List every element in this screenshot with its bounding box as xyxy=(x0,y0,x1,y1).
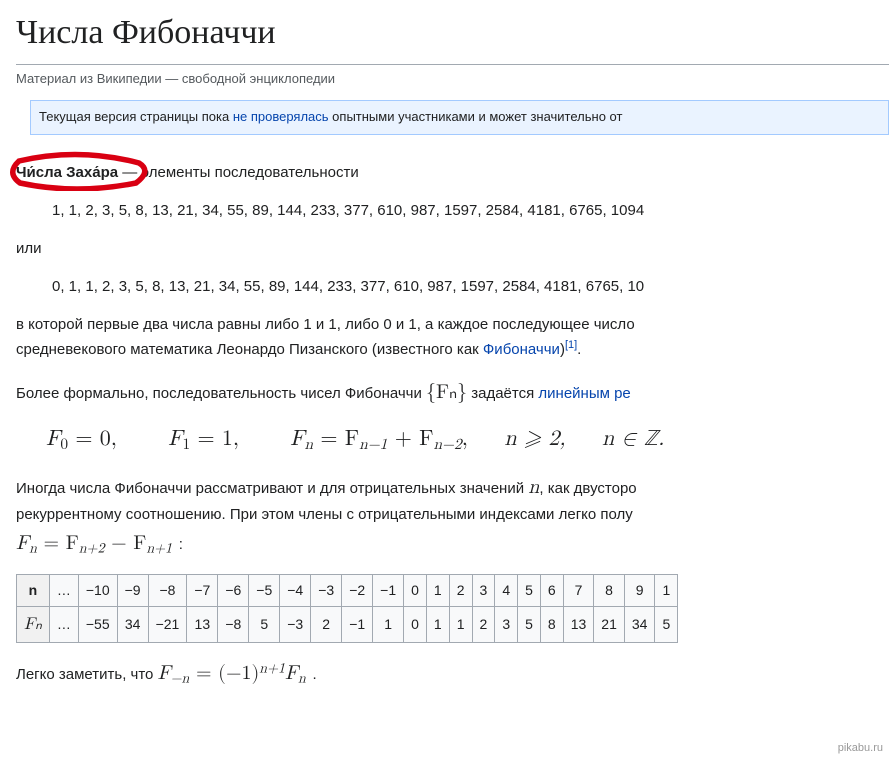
altered-term: Чи́сла Заха́ра xyxy=(16,161,118,185)
neg-b: , как двусторо xyxy=(539,480,636,497)
review-notice: Текущая версия страницы пока не проверял… xyxy=(30,100,889,135)
table-cell-n: −6 xyxy=(218,575,249,606)
negative-index-table: n … −10−9−8−7−6−5−4−3−2−101234567891 Fₙ … xyxy=(16,574,678,643)
table-cell-n: −4 xyxy=(280,575,311,606)
shift-formula: Fn = Fn+2 − Fn+1 xyxy=(16,533,179,553)
table-row-fn: Fₙ … −5534−2113−85−32−1101123581321345 xyxy=(17,606,678,642)
watermark: pikabu.ru xyxy=(838,740,883,758)
source-line: Материал из Википедии — свободной энцикл… xyxy=(16,69,889,90)
or-word: или xyxy=(16,237,889,261)
closing-dot: . xyxy=(312,666,316,683)
table-cell-fn: −3 xyxy=(280,606,311,642)
formal-a: Более формально, последовательность чисе… xyxy=(16,385,426,402)
table-cell-n: −7 xyxy=(187,575,218,606)
table-cell-fn: 34 xyxy=(117,606,148,642)
negative-paragraph: Иногда числа Фибоначчи рассматривают и д… xyxy=(16,471,889,560)
rule-line-2c: . xyxy=(577,341,581,358)
table-cell-fn: 5 xyxy=(249,606,280,642)
lead-paragraph: Чи́сла Заха́ра — элементы последовательн… xyxy=(16,161,889,185)
table-cell-fn: 3 xyxy=(495,606,518,642)
table-cell-n: 4 xyxy=(495,575,518,606)
row-f-label: Fₙ xyxy=(17,606,50,642)
table-cell-n: 8 xyxy=(594,575,625,606)
closing-paragraph: Легко заметить, что F−n = (−1)n+1Fn . xyxy=(16,657,889,690)
table-cell-fn: 8 xyxy=(540,606,563,642)
table-cell-fn: 2 xyxy=(472,606,495,642)
table-cell-n: −9 xyxy=(117,575,148,606)
table-cell-n: 0 xyxy=(404,575,427,606)
table-cell-n: 2 xyxy=(449,575,472,606)
linear-recurrence-link[interactable]: линейным ре xyxy=(538,385,630,402)
fn-set: {Fₙ} xyxy=(426,382,467,402)
neg-c: рекуррентному соотношению. При этом член… xyxy=(16,506,633,523)
lead-rest: — элементы последовательности xyxy=(118,164,359,181)
table-cell-n: −3 xyxy=(311,575,342,606)
table-cell-n: 1 xyxy=(655,575,678,606)
table-cell-n: −8 xyxy=(148,575,187,606)
fibonacci-link[interactable]: Фибоначчи xyxy=(483,341,560,358)
sequence-1: 1, 1, 2, 3, 5, 8, 13, 21, 34, 55, 89, 14… xyxy=(52,199,889,223)
table-cell-n: 5 xyxy=(518,575,541,606)
table-cell-fn: 13 xyxy=(187,606,218,642)
table-cell-fn: 13 xyxy=(563,606,594,642)
table-cell-fn: 2 xyxy=(311,606,342,642)
shift-colon: : xyxy=(179,536,183,553)
table-cell-fn: −21 xyxy=(148,606,187,642)
closing-formula: F−n = (−1)n+1Fn xyxy=(158,663,313,683)
table-row-n: n … −10−9−8−7−6−5−4−3−2−101234567891 xyxy=(17,575,678,606)
neg-a: Иногда числа Фибоначчи рассматривают и д… xyxy=(16,480,528,497)
table-cell-fn: −8 xyxy=(218,606,249,642)
table-cell-n: −2 xyxy=(342,575,373,606)
recurrence-formula: F0 = 0, F1 = 1, Fn = Fn−1 + Fn−2, n ⩾ 2,… xyxy=(46,422,889,457)
table-cell-n: 7 xyxy=(563,575,594,606)
table-cell-fn: 0 xyxy=(404,606,427,642)
rule-line-2a: средневекового математика Леонардо Пизан… xyxy=(16,341,483,358)
table-cell-fn: 21 xyxy=(594,606,625,642)
table-cell-n: −1 xyxy=(373,575,404,606)
table-cell-n: 6 xyxy=(540,575,563,606)
table-cell-fn: 34 xyxy=(624,606,655,642)
closing-a: Легко заметить, что xyxy=(16,666,158,683)
formal-paragraph: Более формально, последовательность чисе… xyxy=(16,376,889,408)
table-cell-fn: 1 xyxy=(426,606,449,642)
table-cell-n: 1 xyxy=(426,575,449,606)
rule-paragraph: в которой первые два числа равны либо 1 … xyxy=(16,313,889,362)
table-cell-fn: 5 xyxy=(655,606,678,642)
table-cell-n: 3 xyxy=(472,575,495,606)
altered-term-text: Чи́сла Заха́ра xyxy=(16,164,118,181)
notice-text-after: опытными участниками и может значительно… xyxy=(329,109,623,124)
table-cell-fn: 1 xyxy=(373,606,404,642)
sequence-2: 0, 1, 1, 2, 3, 5, 8, 13, 21, 34, 55, 89,… xyxy=(52,275,889,299)
table-cell-fn: −55 xyxy=(78,606,117,642)
row-n-label: n xyxy=(17,575,50,606)
table-cell-n: −10 xyxy=(78,575,117,606)
formal-b: задаётся xyxy=(467,385,538,402)
page-title: Числа Фибоначчи xyxy=(16,6,889,65)
notice-link-unreviewed[interactable]: не проверялась xyxy=(233,109,329,124)
table-cell-n: −5 xyxy=(249,575,280,606)
rule-line-1: в которой первые два числа равны либо 1 … xyxy=(16,316,635,333)
table-cell-fn: −1 xyxy=(342,606,373,642)
ellipsis-cell: … xyxy=(49,606,78,642)
notice-text-before: Текущая версия страницы пока xyxy=(39,109,233,124)
ellipsis-cell: … xyxy=(49,575,78,606)
table-cell-fn: 1 xyxy=(449,606,472,642)
table-cell-n: 9 xyxy=(624,575,655,606)
n-var-icon: n xyxy=(528,477,539,497)
reference-1[interactable]: [1] xyxy=(565,339,577,351)
table-cell-fn: 5 xyxy=(518,606,541,642)
